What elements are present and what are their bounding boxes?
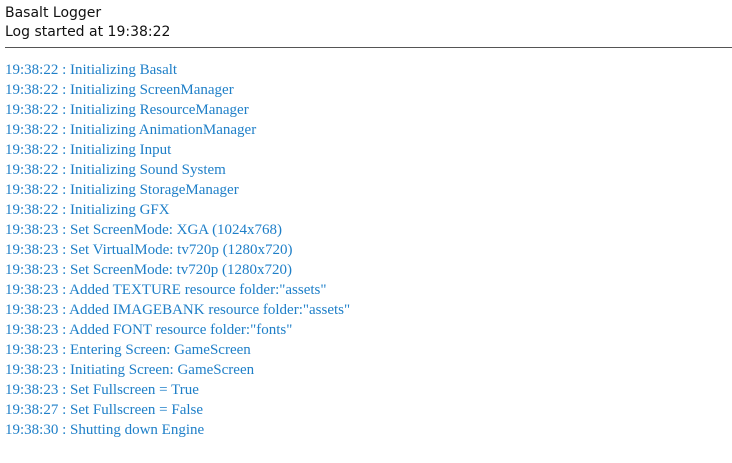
log-entry: 19:38:22 : Initializing GFX xyxy=(5,202,170,218)
log-start-time: Log started at 19:38:22 xyxy=(5,24,171,40)
log-entry: 19:38:22 : Initializing StorageManager xyxy=(5,182,239,198)
log-entry: 19:38:23 : Entering Screen: GameScreen xyxy=(5,342,251,358)
log-entry: 19:38:23 : Initiating Screen: GameScreen xyxy=(5,362,255,378)
log-entry: 19:38:27 : Set Fullscreen = False xyxy=(5,402,204,418)
log-entry: 19:38:22 : Initializing Basalt xyxy=(5,62,178,78)
log-entry: 19:38:22 : Initializing Input xyxy=(5,142,172,158)
log-entry: 19:38:23 : Set ScreenMode: XGA (1024x768… xyxy=(5,222,283,238)
page-title: Basalt Logger xyxy=(5,5,102,21)
log-entry: 19:38:22 : Initializing ResourceManager xyxy=(5,102,249,118)
log-entries-list: 19:38:22 : Initializing Basalt 19:38:22 … xyxy=(5,60,350,440)
header-divider xyxy=(5,47,732,48)
log-entry: 19:38:22 : Initializing ScreenManager xyxy=(5,82,234,98)
log-entry: 19:38:22 : Initializing AnimationManager xyxy=(5,122,257,138)
log-entry: 19:38:30 : Shutting down Engine xyxy=(5,422,205,438)
log-entry: 19:38:22 : Initializing Sound System xyxy=(5,162,226,178)
log-entry: 19:38:23 : Set Fullscreen = True xyxy=(5,382,199,398)
log-header: Basalt Logger Log started at 19:38:22 xyxy=(5,4,170,42)
log-entry: 19:38:23 : Set ScreenMode: tv720p (1280x… xyxy=(5,262,293,278)
log-entry: 19:38:23 : Added IMAGEBANK resource fold… xyxy=(5,302,351,318)
log-entry: 19:38:23 : Added FONT resource folder:"f… xyxy=(5,322,293,338)
log-entry: 19:38:23 : Set VirtualMode: tv720p (1280… xyxy=(5,242,293,258)
log-entry: 19:38:23 : Added TEXTURE resource folder… xyxy=(5,282,327,298)
